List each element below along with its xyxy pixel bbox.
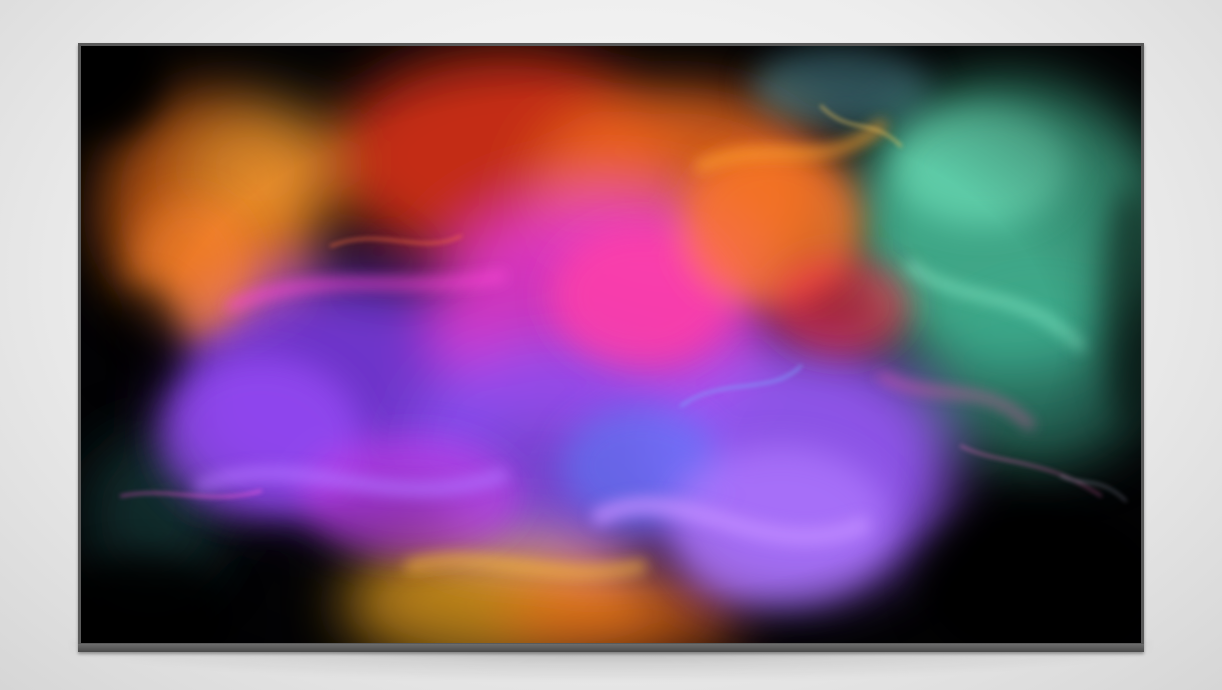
smoke-artwork <box>81 46 1141 643</box>
television <box>78 43 1144 652</box>
screen-vignette <box>81 46 1141 643</box>
tv-bottom-bezel <box>78 644 1144 652</box>
tv-screen <box>81 46 1141 643</box>
scene-background <box>0 0 1222 690</box>
